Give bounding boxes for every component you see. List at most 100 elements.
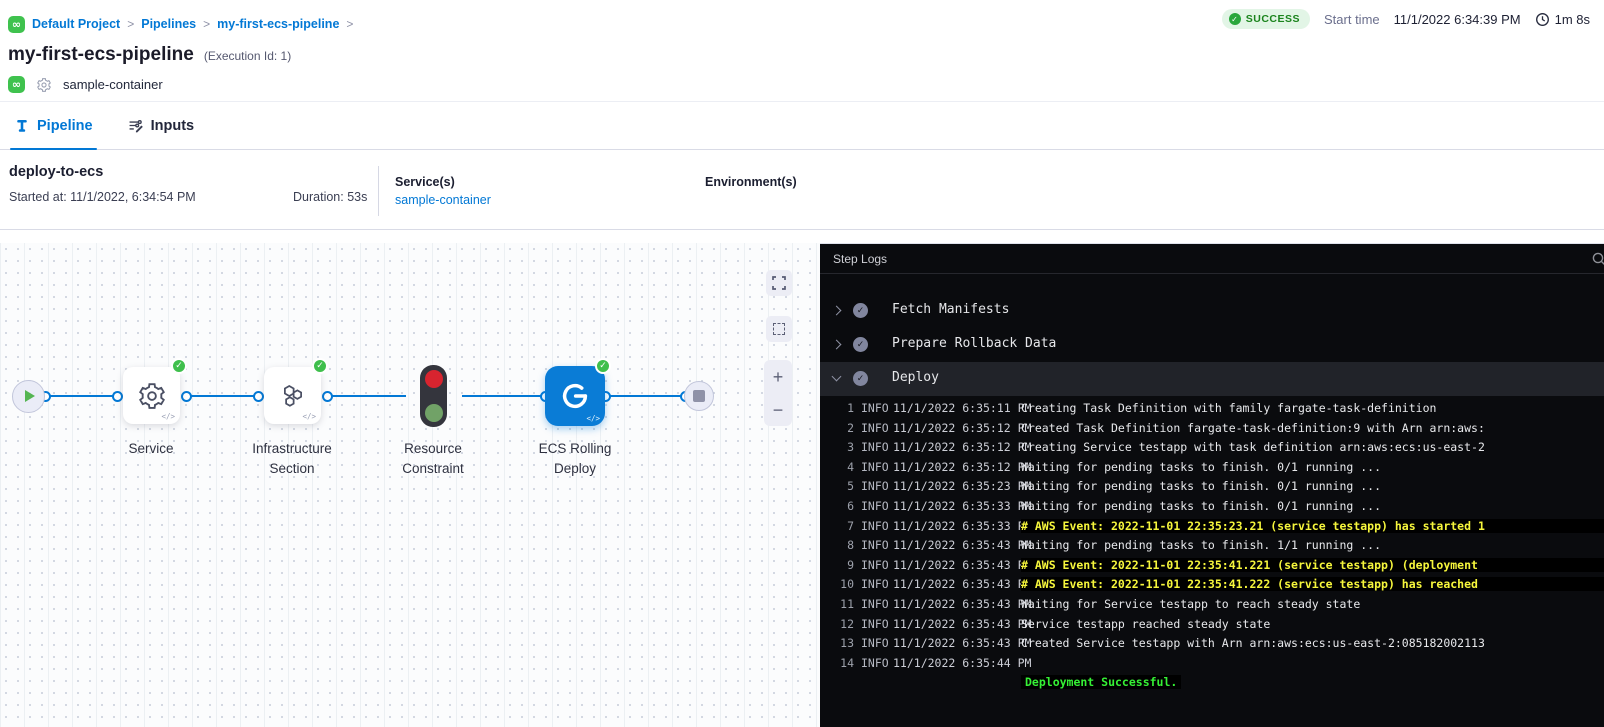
marquee-icon xyxy=(773,323,785,335)
divider xyxy=(378,166,379,216)
main-split: </> ✓ </> ✓ xyxy=(0,243,1604,727)
success-check-icon: ✓ xyxy=(171,358,187,374)
start-time-value: 11/1/2022 6:34:39 PM xyxy=(1394,12,1521,27)
log-message: # AWS Event: 2022-11-01 22:35:41.221 (se… xyxy=(1021,558,1604,572)
step-logs-header: Step Logs xyxy=(820,244,1604,274)
chevron-right-icon xyxy=(832,340,842,350)
breadcrumb-bar: ∞ Default Project > Pipelines > my-first… xyxy=(0,0,1604,38)
log-step-row[interactable]: ✓Prepare Rollback Data xyxy=(820,328,1604,362)
zoom-in-button[interactable]: + xyxy=(773,368,784,386)
tab-bar: Pipeline Inputs xyxy=(0,101,1604,150)
breadcrumb: ∞ Default Project > Pipelines > my-first… xyxy=(8,16,353,33)
step-name: Deploy xyxy=(892,370,939,385)
code-icon: </> xyxy=(586,414,600,423)
environments-label: Environment(s) xyxy=(705,175,797,189)
fullscreen-button[interactable] xyxy=(766,270,792,296)
log-line-number: 11 xyxy=(820,597,854,611)
log-timestamp: 11/1/2022 6:35:43 PM xyxy=(893,577,1031,591)
execution-status-cluster: ✓ SUCCESS Start time 11/1/2022 6:34:39 P… xyxy=(1222,9,1590,29)
node-label-infrastructure: Infrastructure Section xyxy=(232,439,352,479)
connector-dot xyxy=(181,391,192,402)
connector-dot xyxy=(112,391,123,402)
search-icon[interactable] xyxy=(1591,251,1604,267)
log-message: Service testapp reached steady state xyxy=(1021,617,1604,631)
log-line-number: 5 xyxy=(820,479,854,493)
log-level: INFO xyxy=(861,538,889,552)
traffic-green-light xyxy=(425,404,443,422)
log-line-number: 3 xyxy=(820,440,854,454)
step-logs-panel: Step Logs ✓Fetch Manifests✓Prepare Rollb… xyxy=(820,243,1604,727)
log-line-number: 8 xyxy=(820,538,854,552)
log-line: 13INFO11/1/2022 6:35:43 PMCreated Servic… xyxy=(820,633,1604,653)
node-ecs-rolling-deploy[interactable]: </> ✓ xyxy=(545,366,605,426)
marquee-select-button[interactable] xyxy=(766,316,792,342)
gear-icon xyxy=(137,381,167,411)
log-timestamp: 11/1/2022 6:35:43 PM xyxy=(893,538,1031,552)
node-resource-constraint[interactable] xyxy=(420,365,447,427)
log-line: 9INFO11/1/2022 6:35:43 PM# AWS Event: 20… xyxy=(820,555,1604,575)
log-line-number: 1 xyxy=(820,401,854,415)
log-timestamp: 11/1/2022 6:35:43 PM xyxy=(893,597,1031,611)
connector-dot xyxy=(322,391,333,402)
pipeline-execution-screen: ∞ Default Project > Pipelines > my-first… xyxy=(0,0,1604,727)
edge xyxy=(45,395,117,397)
services-label: Service(s) xyxy=(395,175,455,189)
log-message: Waiting for pending tasks to finish. 1/1… xyxy=(1021,538,1604,552)
log-level: INFO xyxy=(861,577,889,591)
traffic-red-light xyxy=(425,370,443,388)
node-service[interactable]: </> ✓ xyxy=(123,367,180,424)
log-message: Created Service testapp with Arn arn:aws… xyxy=(1021,636,1604,650)
pipeline-end-node xyxy=(684,381,714,411)
cd-module-icon: ∞ xyxy=(8,16,25,33)
hexagons-icon xyxy=(278,381,308,411)
inputs-icon xyxy=(127,117,144,134)
log-timestamp: 11/1/2022 6:35:12 PM xyxy=(893,460,1031,474)
log-timestamp: 11/1/2022 6:35:33 PM xyxy=(893,499,1031,513)
log-level: INFO xyxy=(861,636,889,650)
log-line-number: 4 xyxy=(820,460,854,474)
edge xyxy=(462,395,545,397)
log-message: # AWS Event: 2022-11-01 22:35:23.21 (ser… xyxy=(1021,519,1604,533)
log-level: INFO xyxy=(861,401,889,415)
success-check-icon: ✓ xyxy=(595,358,611,374)
breadcrumb-project-link[interactable]: Default Project xyxy=(32,17,120,31)
stage-name: deploy-to-ecs xyxy=(9,164,103,180)
log-line: 3INFO11/1/2022 6:35:12 PMCreating Servic… xyxy=(820,437,1604,457)
breadcrumb-pipeline-link[interactable]: my-first-ecs-pipeline xyxy=(217,17,339,31)
breadcrumb-pipelines-link[interactable]: Pipelines xyxy=(141,17,196,31)
success-check-icon: ✓ xyxy=(312,358,328,374)
service-link[interactable]: sample-container xyxy=(395,193,491,207)
tab-pipeline[interactable]: Pipeline xyxy=(10,102,97,149)
log-timestamp: 11/1/2022 6:35:43 PM xyxy=(893,617,1031,631)
start-time-label: Start time xyxy=(1324,12,1380,27)
log-line-number: 10 xyxy=(820,577,854,591)
log-level: INFO xyxy=(861,519,889,533)
service-tag-row: ∞ sample-container xyxy=(0,66,1604,101)
play-icon xyxy=(25,390,35,402)
log-step-row[interactable]: ✓Deploy xyxy=(820,362,1604,396)
step-success-icon: ✓ xyxy=(853,303,868,318)
log-line: Deployment Successful. xyxy=(820,672,1604,692)
chevron-down-icon xyxy=(832,372,842,382)
log-line: 1INFO11/1/2022 6:35:11 PMCreating Task D… xyxy=(820,398,1604,418)
zoom-out-button[interactable]: − xyxy=(773,401,784,419)
edge xyxy=(186,395,258,397)
log-line-number: 7 xyxy=(820,519,854,533)
step-logs-title: Step Logs xyxy=(833,252,887,266)
gear-icon xyxy=(36,77,52,93)
breadcrumb-separator: > xyxy=(346,17,353,31)
log-message: Waiting for pending tasks to finish. 0/1… xyxy=(1021,479,1604,493)
log-level: INFO xyxy=(861,597,889,611)
node-label-ecs-rolling-deploy: ECS Rolling Deploy xyxy=(520,439,630,479)
stop-icon xyxy=(693,390,705,402)
log-timestamp: 11/1/2022 6:35:44 PM xyxy=(893,656,1031,670)
connector-dot xyxy=(253,391,264,402)
pipeline-canvas[interactable]: </> ✓ </> ✓ xyxy=(0,243,820,727)
status-check-icon: ✓ xyxy=(1229,13,1241,25)
log-level: INFO xyxy=(861,440,889,454)
clock-icon xyxy=(1535,12,1550,27)
log-step-row[interactable]: ✓Fetch Manifests xyxy=(820,294,1604,328)
node-infrastructure[interactable]: </> ✓ xyxy=(264,367,321,424)
breadcrumb-separator: > xyxy=(203,17,210,31)
tab-inputs[interactable]: Inputs xyxy=(123,102,199,149)
